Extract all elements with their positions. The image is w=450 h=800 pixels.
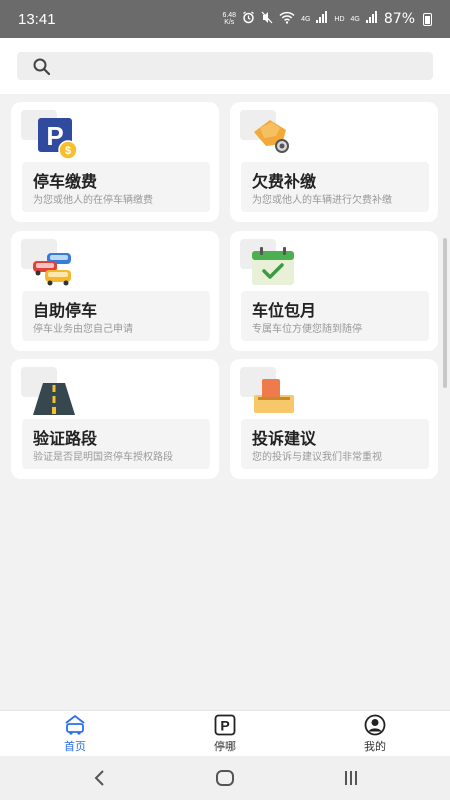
tab-mine-label: 我的	[364, 740, 386, 753]
card-description: 停车业务由您自己申请	[33, 324, 133, 335]
card-title: 自助停车	[33, 301, 98, 320]
search-icon	[32, 57, 52, 77]
card-text-block: 投诉建议 您的投诉与建议我们非常重视	[241, 419, 429, 469]
card-description: 专属车位方便您随到随停	[252, 324, 362, 335]
calendar-check-icon	[250, 243, 296, 289]
battery-icon	[423, 12, 432, 26]
card-text-block: 停车缴费 为您或他人的在停车辆缴费	[22, 162, 210, 212]
service-card-parking-payment[interactable]: P $ 停车缴费 为您或他人的在停车辆缴费	[11, 102, 219, 222]
network-speed: 6.48 K/s	[222, 12, 236, 26]
card-title: 投诉建议	[252, 429, 317, 448]
cars-icon	[31, 243, 77, 289]
recent-apps-icon[interactable]	[336, 766, 366, 790]
card-text-block: 欠费补缴 为您或他人的车辆进行欠费补缴	[241, 162, 429, 212]
home-icon[interactable]	[210, 766, 240, 790]
tab-home-label: 首页	[64, 740, 86, 753]
network-type-1: 4G	[301, 15, 311, 23]
parking-p-icon: P	[185, 714, 265, 736]
mute-icon	[261, 11, 273, 28]
card-title: 验证路段	[33, 429, 98, 448]
signal-icon-1	[316, 11, 328, 27]
card-description: 为您或他人的在停车辆缴费	[33, 195, 153, 206]
card-title: 停车缴费	[33, 172, 98, 191]
card-description: 您的投诉与建议我们非常重视	[252, 452, 382, 463]
bottom-tab-bar: 首页 P 停哪 我的	[0, 710, 450, 756]
status-time: 13:41	[18, 10, 56, 28]
card-text-block: 验证路段 验证是否昆明国资停车授权路段	[22, 419, 210, 469]
tab-home[interactable]: 首页	[35, 714, 115, 756]
net-speed-unit: K/s	[224, 19, 235, 26]
road-icon	[31, 371, 77, 417]
card-title: 欠费补缴	[252, 172, 317, 191]
service-card-complaint[interactable]: 投诉建议 您的投诉与建议我们非常重视	[230, 359, 438, 479]
status-bar: 13:41 6.48 K/s 4G HD 4G 87%	[0, 0, 450, 38]
tab-mine[interactable]: 我的	[335, 714, 415, 756]
service-card-verify-road[interactable]: 验证路段 验证是否昆明国资停车授权路段	[11, 359, 219, 479]
service-card-self-parking[interactable]: 自助停车 停车业务由您自己申请	[11, 231, 219, 351]
card-title: 车位包月	[252, 301, 317, 320]
suggestion-box-icon	[250, 371, 296, 417]
net-speed-value: 6.48	[222, 12, 237, 19]
hd-label: HD	[334, 15, 345, 23]
alarm-icon	[242, 10, 255, 28]
card-text-block: 自助停车 停车业务由您自己申请	[22, 291, 210, 341]
svg-text:$: $	[65, 145, 71, 157]
hand-coin-icon	[250, 114, 296, 160]
back-icon[interactable]	[85, 766, 115, 790]
service-card-arrears-payment[interactable]: 欠费补缴 为您或他人的车辆进行欠费补缴	[230, 102, 438, 222]
tab-parking[interactable]: P 停哪	[185, 714, 265, 756]
svg-text:P: P	[220, 718, 229, 734]
status-icons: 6.48 K/s 4G HD 4G 87%	[222, 10, 432, 28]
card-description: 为您或他人的车辆进行欠费补缴	[252, 195, 392, 206]
scrollbar[interactable]	[443, 238, 447, 388]
service-card-monthly-space[interactable]: 车位包月 专属车位方便您随到随停	[230, 231, 438, 351]
parking-payment-icon: P $	[31, 114, 78, 160]
card-description: 验证是否昆明国资停车授权路段	[33, 452, 173, 463]
signal-icon-2	[365, 11, 378, 27]
search-input[interactable]	[17, 52, 433, 80]
tab-parking-label: 停哪	[214, 740, 236, 753]
system-navigation-bar	[0, 756, 450, 800]
user-icon	[335, 714, 415, 736]
card-text-block: 车位包月 专属车位方便您随到随停	[241, 291, 429, 341]
wifi-icon	[279, 11, 295, 28]
battery-percent: 87%	[383, 11, 415, 27]
network-type-2: 4G	[350, 15, 360, 23]
home-car-icon	[35, 714, 115, 736]
search-header	[0, 38, 450, 94]
